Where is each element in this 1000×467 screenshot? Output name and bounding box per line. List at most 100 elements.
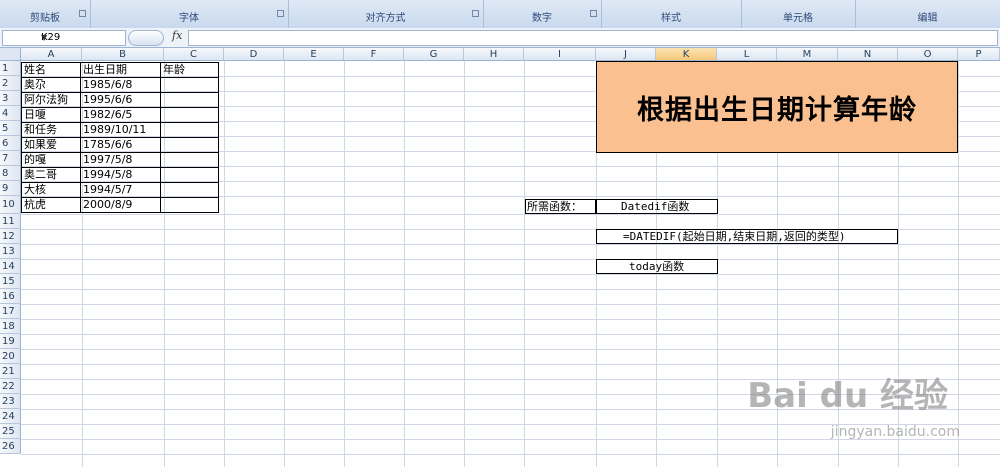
- row-header[interactable]: 10: [0, 196, 21, 214]
- column-header-e[interactable]: E: [284, 48, 344, 61]
- functions-needed-label[interactable]: 所需函数：: [525, 199, 596, 214]
- row-header[interactable]: 21: [0, 364, 21, 379]
- column-header-p[interactable]: P: [958, 48, 1000, 61]
- row-header[interactable]: 23: [0, 394, 21, 409]
- ribbon-group-editing[interactable]: 编辑: [855, 0, 1000, 28]
- age-cell[interactable]: [160, 182, 219, 198]
- row-header[interactable]: 7: [0, 151, 21, 166]
- table-row: 奥二哥 1994/5/8: [21, 167, 219, 183]
- row-header[interactable]: 6: [0, 136, 21, 151]
- column-header-j[interactable]: J: [596, 48, 656, 61]
- row-header[interactable]: 1: [0, 61, 21, 76]
- birthdate-cell[interactable]: 1995/6/6: [80, 92, 161, 108]
- name-cell[interactable]: 如果爱: [21, 137, 81, 153]
- header-birthdate-cell[interactable]: 出生日期: [80, 62, 161, 78]
- column-header-f[interactable]: F: [344, 48, 404, 61]
- formula-input[interactable]: [188, 30, 998, 46]
- formula-bar-resize-handle[interactable]: [128, 30, 164, 46]
- row-header[interactable]: 20: [0, 349, 21, 364]
- ribbon-group-styles[interactable]: 样式: [601, 0, 742, 28]
- row-header[interactable]: 2: [0, 76, 21, 91]
- row-header[interactable]: 14: [0, 259, 21, 274]
- row-header[interactable]: 26: [0, 439, 21, 454]
- row-header[interactable]: 8: [0, 166, 21, 181]
- table-row: 如果爱 1785/6/6: [21, 137, 219, 153]
- name-cell[interactable]: 奥二哥: [21, 167, 81, 183]
- row-header[interactable]: 3: [0, 91, 21, 106]
- row-header[interactable]: 4: [0, 106, 21, 121]
- row-header[interactable]: 18: [0, 319, 21, 334]
- ribbon-group-number[interactable]: 数字: [483, 0, 602, 28]
- datedif-function-cell[interactable]: Datedif函数: [596, 199, 718, 214]
- row-header[interactable]: 11: [0, 214, 21, 229]
- name-cell[interactable]: 大核: [21, 182, 81, 198]
- name-cell[interactable]: 和任务: [21, 122, 81, 138]
- column-header-a[interactable]: A: [21, 48, 82, 61]
- column-header-g[interactable]: G: [404, 48, 464, 61]
- column-header-h[interactable]: H: [464, 48, 524, 61]
- row-header[interactable]: 24: [0, 409, 21, 424]
- row-header[interactable]: 19: [0, 334, 21, 349]
- row-header[interactable]: 22: [0, 379, 21, 394]
- column-header-k[interactable]: K: [656, 48, 717, 61]
- birthdate-cell[interactable]: 1989/10/11: [80, 122, 161, 138]
- column-header-d[interactable]: D: [224, 48, 284, 61]
- dialog-launcher-icon[interactable]: [590, 10, 597, 17]
- ribbon-group-cells[interactable]: 单元格: [741, 0, 856, 28]
- column-header-c[interactable]: C: [164, 48, 224, 61]
- birthdate-cell[interactable]: 1985/6/8: [80, 77, 161, 93]
- row-header[interactable]: 16: [0, 289, 21, 304]
- column-header-n[interactable]: N: [838, 48, 898, 61]
- name-cell[interactable]: 阿尔法狗: [21, 92, 81, 108]
- ribbon-group-label: 编辑: [917, 13, 938, 24]
- name-cell[interactable]: 的嘎: [21, 152, 81, 168]
- row-header[interactable]: 13: [0, 244, 21, 259]
- age-cell[interactable]: [160, 197, 219, 213]
- birthdate-cell[interactable]: 1994/5/7: [80, 182, 161, 198]
- name-box[interactable]: K29 ▼: [2, 30, 126, 46]
- column-header-m[interactable]: M: [777, 48, 838, 61]
- birthdate-cell[interactable]: 1994/5/8: [80, 167, 161, 183]
- name-cell[interactable]: 奥尕: [21, 77, 81, 93]
- dialog-launcher-icon[interactable]: [277, 10, 284, 17]
- title-box[interactable]: 根据出生日期计算年龄: [596, 61, 958, 153]
- row-header[interactable]: 15: [0, 274, 21, 289]
- insert-function-icon[interactable]: fx: [172, 29, 182, 42]
- birthdate-cell[interactable]: 2000/8/9: [80, 197, 161, 213]
- row-header[interactable]: 9: [0, 181, 21, 196]
- header-name-cell[interactable]: 姓名: [21, 62, 81, 78]
- age-cell[interactable]: [160, 107, 219, 123]
- birthdate-cell[interactable]: 1982/6/5: [80, 107, 161, 123]
- age-cell[interactable]: [160, 167, 219, 183]
- row-header[interactable]: 17: [0, 304, 21, 319]
- birthdate-cell[interactable]: 1785/6/6: [80, 137, 161, 153]
- row-header[interactable]: 25: [0, 424, 21, 439]
- datedif-syntax-cell[interactable]: =DATEDIF(起始日期,结束日期,返回的类型): [596, 229, 898, 244]
- age-cell[interactable]: [160, 152, 219, 168]
- column-header-i[interactable]: I: [524, 48, 596, 61]
- column-header-o[interactable]: O: [898, 48, 958, 61]
- ribbon-group-alignment[interactable]: 对齐方式: [288, 0, 484, 28]
- select-all-corner[interactable]: [0, 48, 21, 61]
- today-function-cell[interactable]: today函数: [596, 259, 718, 274]
- name-cell[interactable]: 杭虎: [21, 197, 81, 213]
- ribbon-group-label: 对齐方式: [365, 13, 406, 24]
- age-cell[interactable]: [160, 137, 219, 153]
- age-cell[interactable]: [160, 77, 219, 93]
- name-cell[interactable]: 日嗄: [21, 107, 81, 123]
- chevron-down-icon[interactable]: ▼: [41, 31, 122, 45]
- row-header[interactable]: 5: [0, 121, 21, 136]
- dialog-launcher-icon[interactable]: [79, 10, 86, 17]
- age-cell[interactable]: [160, 92, 219, 108]
- dialog-launcher-icon[interactable]: [472, 10, 479, 17]
- header-age-cell[interactable]: 年龄: [160, 62, 219, 78]
- baidu-watermark-logo: Bai du 经验: [747, 376, 948, 416]
- birthdate-cell[interactable]: 1997/5/8: [80, 152, 161, 168]
- row-header[interactable]: 12: [0, 229, 21, 244]
- ribbon-group-clipboard[interactable]: 剪贴板: [0, 0, 91, 28]
- column-header-l[interactable]: L: [717, 48, 777, 61]
- column-header-b[interactable]: B: [82, 48, 164, 61]
- ribbon: 剪贴板 字体 对齐方式 数字 样式 单元格 编辑: [0, 0, 1000, 29]
- age-cell[interactable]: [160, 122, 219, 138]
- ribbon-group-font[interactable]: 字体: [90, 0, 289, 28]
